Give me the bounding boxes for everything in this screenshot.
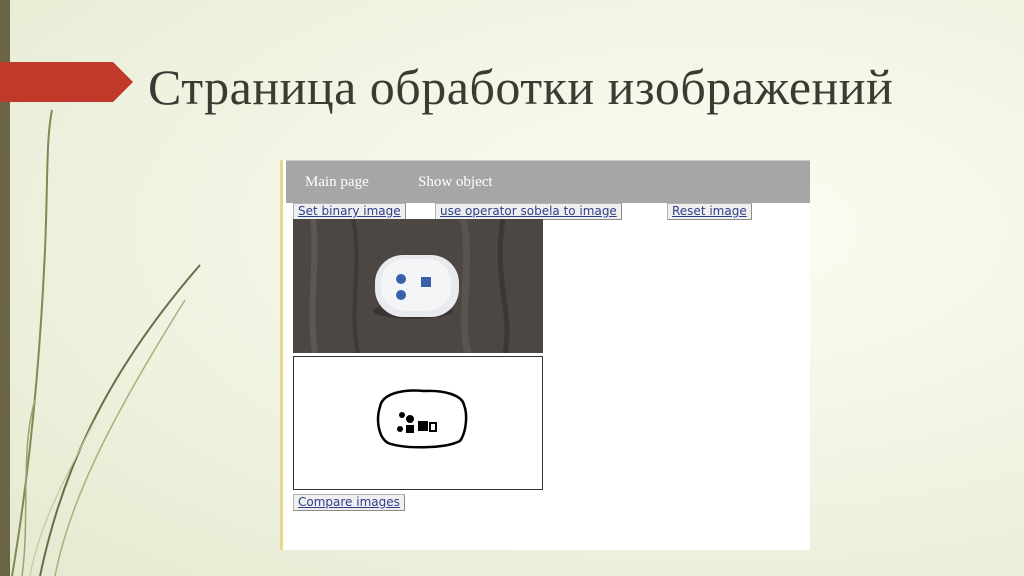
- nav-show-object[interactable]: Show object: [418, 174, 493, 191]
- source-photo: [293, 219, 543, 353]
- reset-image-button[interactable]: Reset image: [667, 203, 752, 220]
- app-screenshot: Main page Show object Set binary image u…: [280, 160, 810, 550]
- sobel-operator-button[interactable]: use operator sobela to image: [435, 203, 622, 220]
- set-binary-image-button[interactable]: Set binary image: [293, 203, 406, 220]
- binary-result-image: [293, 356, 543, 490]
- nav-main-page[interactable]: Main page: [305, 174, 369, 191]
- app-navbar: Main page Show object: [286, 160, 810, 203]
- photo-image: [293, 219, 543, 353]
- binary-image: [376, 389, 468, 449]
- slide-title: Страница обработки изображений: [148, 59, 894, 115]
- compare-images-button[interactable]: Compare images: [293, 494, 405, 511]
- title-arrow-icon: [0, 62, 133, 102]
